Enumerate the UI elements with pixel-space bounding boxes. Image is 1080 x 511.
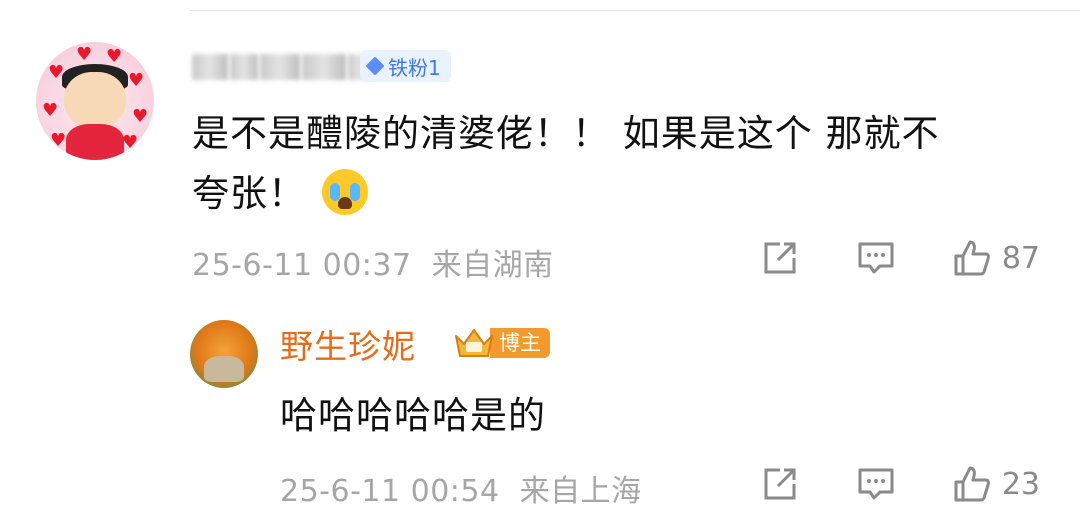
reply-text: 哈哈哈哈哈是的: [280, 394, 546, 437]
heart-icon: ♥: [50, 130, 67, 151]
avatar-figure: [204, 356, 244, 382]
avatar-face: [64, 72, 126, 130]
reply-username[interactable]: 野生珍妮: [280, 320, 416, 368]
heart-icon: ♥: [128, 70, 145, 91]
diamond-icon: [365, 56, 385, 76]
commenter-username-blurred[interactable]: [192, 52, 370, 82]
comment-text-line2-text: 夸张！: [192, 172, 306, 215]
heart-icon: ♥: [132, 106, 149, 127]
heart-icon: ♥: [42, 100, 59, 121]
reply-comment-icon[interactable]: [856, 238, 896, 278]
reply-timestamp: 25-6-11 00:54: [280, 474, 500, 509]
comment-actions: 87: [760, 238, 1040, 278]
reply-avatar[interactable]: [190, 320, 258, 388]
comment-timestamp: 25-6-11 00:37: [192, 248, 412, 283]
avatar-body: [66, 124, 124, 160]
fan-badge-label: 铁粉1: [388, 55, 441, 80]
heart-icon: ♥: [48, 62, 65, 83]
fan-badge: 铁粉1: [360, 50, 451, 82]
crying-emoji-icon: [322, 168, 368, 215]
reply-comment-icon[interactable]: [856, 464, 896, 504]
host-badge: 博主: [452, 326, 550, 360]
like-count: 23: [1001, 466, 1040, 502]
like-icon[interactable]: [952, 238, 992, 278]
comment-text: 是不是醴陵的清婆佬！！ 如果是这个 那就不 夸张！: [192, 104, 1042, 224]
reply-actions: 23: [760, 464, 1040, 504]
heart-icon: ♥: [76, 44, 93, 65]
crown-icon: [455, 329, 493, 357]
share-icon[interactable]: [760, 238, 800, 278]
top-divider: [190, 10, 1080, 11]
like-icon[interactable]: [952, 464, 992, 504]
comment-meta: 25-6-11 00:37 来自湖南: [192, 240, 554, 284]
like-count: 87: [1001, 240, 1040, 276]
comment-text-line1: 是不是醴陵的清婆佬！！ 如果是这个 那就不: [192, 112, 940, 155]
comment-location: 来自湖南: [431, 248, 554, 283]
heart-icon: ♥: [122, 132, 139, 153]
host-badge-label: 博主: [490, 328, 550, 358]
commenter-avatar[interactable]: ♥ ♥ ♥ ♥ ♥ ♥ ♥ ♥: [36, 42, 154, 160]
share-icon[interactable]: [760, 464, 800, 504]
reply-meta: 25-6-11 00:54 来自上海: [280, 466, 642, 510]
heart-icon: ♥: [106, 46, 123, 67]
comment-text-line2: 夸张！: [192, 164, 1042, 224]
reply-location: 来自上海: [519, 474, 642, 509]
